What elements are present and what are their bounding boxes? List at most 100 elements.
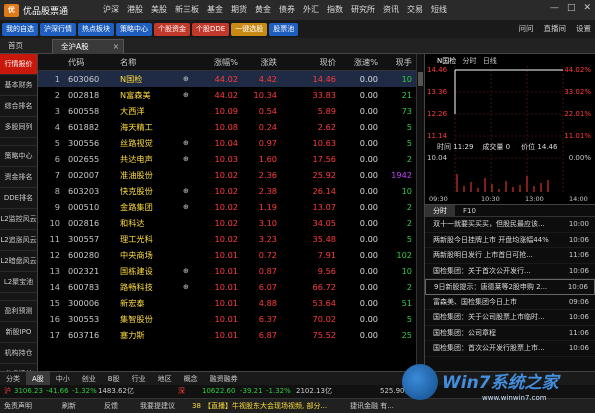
settings-button[interactable]: 设置 [576,20,591,38]
menu-item[interactable]: 债券 [275,0,299,20]
market-tab[interactable]: 分类 [0,372,26,386]
table-row[interactable]: 11 300557 理工光科 10.02 3.23 35.48 0.00 5 [38,231,416,247]
col-pct[interactable]: 涨幅% [196,54,238,71]
table-row[interactable]: 7 002007 准油股份 10.02 2.36 25.92 0.00 1942 [38,167,416,183]
menu-item[interactable]: 资讯 [379,0,403,20]
market-tab[interactable]: 创业 [76,372,102,386]
sidebar-item[interactable]: 多股同列 [0,117,37,138]
toolbar-button[interactable]: 沪深行情 [40,22,76,36]
col-price[interactable]: 现价 [284,54,336,71]
menu-item[interactable]: 指数 [323,0,347,20]
col-code[interactable]: 代码 [68,54,84,71]
menu-item[interactable]: 黄金 [251,0,275,20]
table-row[interactable]: 4 601882 海天精工 10.08 0.24 2.62 0.00 5 [38,119,416,135]
sidebar-item[interactable]: 新股IPO [0,322,37,343]
feedback-button[interactable]: 反馈 [104,399,118,413]
table-row[interactable]: 16 300553 集智股份 10.01 6.37 70.02 0.00 5 [38,311,416,327]
sidebar-item[interactable]: 资金排名 [0,167,37,188]
disclaimer-link[interactable]: 免责声明 [4,399,32,413]
news-item[interactable]: 国检集团：关于首次公开发行... 10:06 [425,263,595,279]
sidebar-item[interactable]: L2追涨风云 [0,230,37,251]
table-row[interactable]: 1 603060 N国检 44.02 4.42 14.46 0.00 10 ⊕ [38,71,416,87]
news-item[interactable]: 双十一就要买买买，但股民最应该... 10:00 [425,217,595,233]
menu-item[interactable]: 新三板 [171,0,203,20]
table-row[interactable]: 5 300556 丝路视觉 10.04 0.97 10.63 0.00 5 ⊕ [38,135,416,151]
market-tab[interactable]: 中小 [50,372,76,386]
menu-item[interactable]: 外汇 [299,0,323,20]
market-tab[interactable]: 概念 [178,372,204,386]
menu-item[interactable]: 交易 [403,0,427,20]
menu-item[interactable]: 美股 [147,0,171,20]
news-ticker[interactable]: 【直播】牛视股东大会现场视频, 部分... [204,399,327,413]
news-item[interactable]: 两新股今日挂牌上市 开盘均涨幅44% 10:06 [425,232,595,248]
sidebar-item[interactable]: L2监控风云 [0,209,37,230]
news-item[interactable]: 国检集团：关于公司股票上市临时... 10:06 [425,310,595,326]
refresh-button[interactable]: 刷新 [62,399,76,413]
toolbar-button[interactable]: 热点板块 [78,22,114,36]
suggest-button[interactable]: 我要提建议 [140,399,175,413]
col-speed[interactable]: 涨速% [340,54,378,71]
table-row[interactable]: 14 600783 路畅科技 10.01 6.07 66.72 0.00 2 ⊕ [38,279,416,295]
table-row[interactable]: 9 000510 金路集团 10.02 1.19 13.07 0.00 2 ⊕ [38,199,416,215]
table-row[interactable]: 8 603203 快克股份 10.02 2.38 26.14 0.00 10 ⊕ [38,183,416,199]
sidebar-item[interactable]: DDE排名 [0,188,37,209]
sidebar-item[interactable]: 综合排名 [0,96,37,117]
menu-item[interactable]: 基金 [203,0,227,20]
table-scrollbar[interactable] [416,54,424,371]
news-item[interactable]: 国检集团：首次公开发行股票上市... 10:06 [425,341,595,357]
cell-idx: 9 [54,202,60,212]
chart-pct-label: 33.02% [564,88,591,96]
col-name[interactable]: 名称 [120,54,136,71]
table-row[interactable]: 10 002816 和科达 10.02 3.10 34.05 0.00 2 [38,215,416,231]
sidebar-item[interactable]: 行情报价 [0,54,37,75]
menu-item[interactable]: 期货 [227,0,251,20]
menu-item[interactable]: 港股 [123,0,147,20]
market-tab[interactable]: 地区 [152,372,178,386]
tab-close-icon[interactable]: × [113,40,119,54]
col-chg[interactable]: 涨跌 [243,54,277,71]
news-item[interactable]: 9日新股提示：唐德莱等2股申购 2... 10:06 [425,279,595,295]
maximize-icon[interactable]: □ [567,3,576,13]
news-item[interactable]: 富森美、国检集团今日上市 09:06 [425,294,595,310]
intraday-chart[interactable]: N国检 分时 日线 44.02% 33.02% 22.01% 11.01% 0.00% 1… [424,54,595,204]
market-tab[interactable]: B股 [102,372,126,386]
toolbar-button[interactable]: 一键选股 [231,22,268,36]
toolbar-button[interactable]: 策略中心 [116,22,152,36]
toolbar-button[interactable]: 股票池 [269,22,299,36]
toolbar-button[interactable]: 个股DDE [192,22,230,36]
scrollbar-thumb[interactable] [418,72,423,86]
menu-item[interactable]: 沪深 [99,0,123,20]
market-tab[interactable]: 行业 [126,372,152,386]
sidebar-item[interactable]: L2暗盘风云 [0,251,37,272]
menu-item[interactable]: 研究所 [347,0,379,20]
table-row[interactable]: 3 600558 大西洋 10.09 0.54 5.89 0.00 73 [38,103,416,119]
minimize-icon[interactable]: — [550,3,559,13]
table-row[interactable]: 15 300006 新宏泰 10.01 4.88 53.64 0.00 51 [38,295,416,311]
sidebar-item[interactable]: 盈利预测 [0,301,37,322]
market-tab[interactable]: 融资融券 [204,372,244,386]
market-tab[interactable]: A股 [26,371,50,386]
sidebar-item[interactable]: L2聚宝池 [0,272,37,293]
sidebar-item[interactable]: 机构持仓 [0,343,37,364]
table-row[interactable]: 6 002655 共达电声 10.03 1.60 17.56 0.00 2 ⊕ [38,151,416,167]
news-item[interactable]: 国检集团：公司章程 11:06 [425,325,595,341]
tab-home[interactable]: 首页 [8,40,23,52]
sidebar-item[interactable]: 策略中心 [0,146,37,167]
table-row[interactable]: 13 002321 国栋建设 10.01 0.87 9.56 0.00 10 ⊕ [38,263,416,279]
col-vol[interactable]: 现手 [384,54,412,71]
table-row[interactable]: 12 600280 中央商场 10.01 0.72 7.91 0.00 102 [38,247,416,263]
menu-item[interactable]: 短线 [427,0,451,20]
toolbar-button[interactable]: 个股资金 [154,22,190,36]
sidebar-item[interactable]: 基本财务 [0,75,37,96]
news-item[interactable]: 两新股明日发行 上市首日可抢... 11:06 [425,248,595,264]
tab-current[interactable]: 全沪A股 × [52,39,124,54]
news-tab-f10[interactable]: F10 [455,205,484,216]
news-tab-intraday[interactable]: 分时 [425,205,455,216]
live-room-button[interactable]: 直播间 [544,20,567,38]
table-row[interactable]: 17 603716 塞力斯 10.01 6.87 75.52 0.00 25 [38,327,416,343]
close-icon[interactable]: ✕ [583,3,591,13]
toolbar-button[interactable]: 我的自选 [2,22,38,36]
cell-code: 300557 [68,234,100,244]
table-row[interactable]: 2 002818 N富森美 44.02 10.34 33.83 0.00 21 ⊕ [38,87,416,103]
ask-button[interactable]: 问问 [519,20,534,38]
